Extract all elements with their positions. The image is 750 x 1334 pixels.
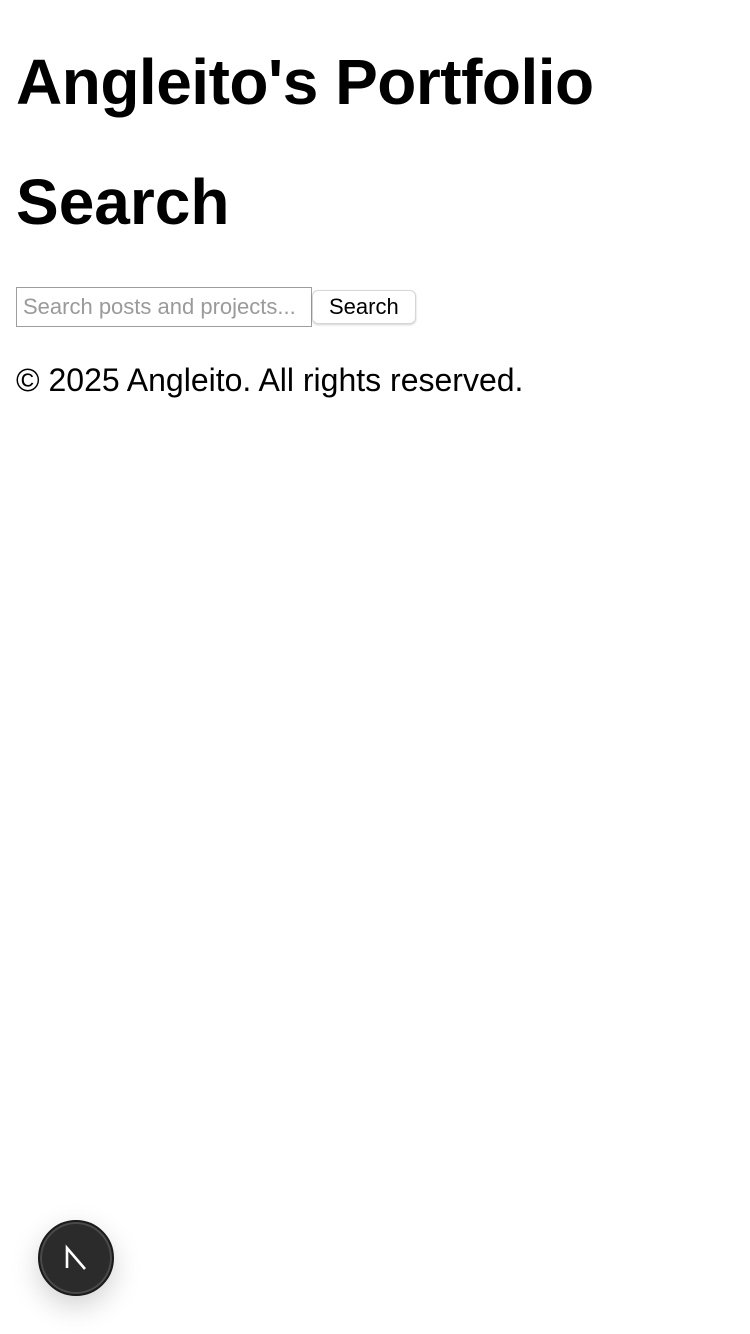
nextjs-logo-icon (65, 1244, 86, 1270)
page-title: Search (16, 166, 230, 238)
footer-copyright: © 2025 Angleito. All rights reserved. (16, 362, 524, 398)
nextjs-dev-indicator-button[interactable] (38, 1220, 114, 1296)
search-input[interactable] (16, 287, 312, 327)
search-button[interactable]: Search (312, 290, 416, 324)
site-title[interactable]: Angleito's Portfolio (16, 40, 594, 124)
search-form: Search (16, 287, 416, 327)
page: Angleito's Portfolio Search Search © 202… (0, 0, 750, 1334)
